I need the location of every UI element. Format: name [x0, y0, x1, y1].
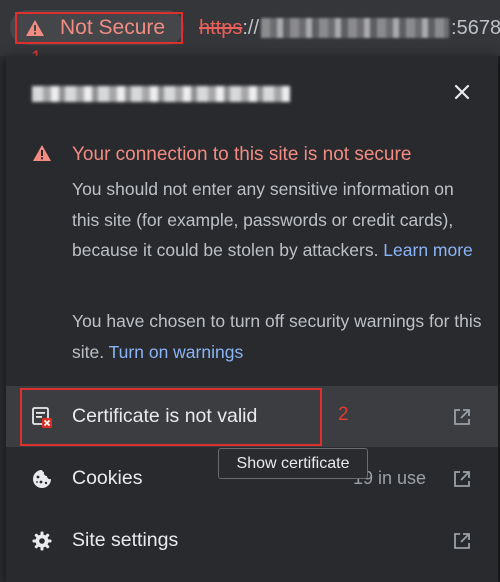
external-link-icon — [452, 469, 472, 489]
omnibox: Not Secure 1 https :// :5678 — [0, 0, 500, 69]
url-host-redacted — [261, 18, 450, 38]
connection-warning-body: You should not enter any sensitive infor… — [72, 174, 482, 266]
learn-more-link[interactable]: Learn more — [383, 240, 473, 260]
close-icon — [454, 84, 470, 105]
external-link-icon — [452, 531, 472, 551]
close-button[interactable] — [448, 80, 476, 108]
url-separator: :// — [242, 16, 260, 39]
show-certificate-tooltip: Show certificate — [218, 448, 368, 479]
site-host-redacted — [32, 86, 290, 102]
url-port: :5678 — [451, 16, 500, 39]
warning-icon — [32, 144, 54, 166]
url-field[interactable]: https :// :5678 — [199, 15, 500, 41]
cookies-row-label: Cookies — [72, 467, 143, 489]
annotation-box-1 — [15, 12, 183, 44]
gear-icon — [30, 529, 54, 553]
cookie-icon — [30, 467, 54, 491]
annotation-number-2: 2 — [338, 404, 349, 425]
site-info-popup: Your connection to this site is not secu… — [6, 56, 498, 582]
site-settings-row-label: Site settings — [72, 529, 179, 551]
connection-warning-title: Your connection to this site is not secu… — [72, 144, 412, 165]
url-scheme: https — [199, 16, 243, 39]
warnings-disabled-body: You have chosen to turn off security war… — [72, 306, 482, 367]
external-link-icon — [452, 407, 472, 427]
turn-on-warnings-link[interactable]: Turn on warnings — [109, 342, 244, 362]
annotation-box-2 — [20, 388, 322, 446]
site-settings-row[interactable]: Site settings — [6, 510, 498, 571]
